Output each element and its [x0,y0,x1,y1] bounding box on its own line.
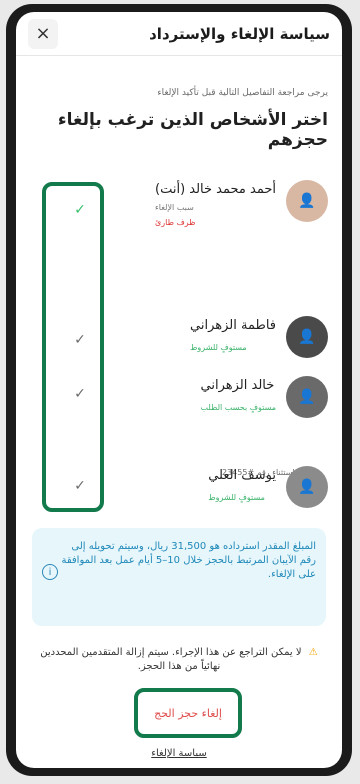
cancel-highlight: إلغاء حجز الحج [134,688,242,738]
check-icon: ✓ [74,332,86,348]
cancellation-policy-link[interactable]: سياسة الإلغاء [16,748,342,759]
cancel-hajj-booking-button[interactable]: إلغاء حجز الحج [154,707,222,720]
person-info: خالد الزهراني مستوفٍ بحسب الطلب [201,376,276,412]
device-frame: سياسة الإلغاء والإسترداد × يرجى مراجعة ا… [6,4,352,776]
info-icon: i [42,564,58,580]
app-screen: سياسة الإلغاء والإسترداد × يرجى مراجعة ا… [16,12,342,768]
person-note: ظرف طارئ [155,218,196,227]
person-info: فاطمة الزهراني مستوفٍ للشروط [190,316,276,352]
person-name: أحمد محمد خالد (أنت) [155,182,276,197]
person-subtext: مستوفٍ للشروط [208,493,265,502]
intro-heading: اختر الأشخاص الذين ترغب بإلغاء حجزهم [57,110,328,150]
close-button[interactable]: × [28,18,58,49]
person-subtext: سبب الإلغاء [155,203,194,212]
warning-icon: ⚠ [308,647,318,658]
person-name: خالد الزهراني [200,378,275,393]
avatar: 👤 [286,180,328,222]
intro-subtitle: يرجى مراجعة التفاصيل التالية قبل تأكيد ا… [157,88,328,98]
person-info: أحمد محمد خالد (أنت) سبب الإلغاء ظرف طار… [155,180,276,227]
person-checkbox[interactable]: ✓ [70,384,90,404]
person-name: فاطمة الزهراني [190,318,276,333]
person-subtext: مستوفٍ بحسب الطلب [200,403,276,412]
avatar: 👤 [286,466,328,508]
person-name: يوسف العلي [208,468,276,483]
avatar: 👤 [286,376,328,418]
check-icon: ✓ [74,478,86,494]
person-subtext: مستوفٍ للشروط [190,343,247,352]
close-icon: × [35,23,51,44]
avatar: 👤 [286,316,328,358]
person-checkbox[interactable]: ✓ [70,476,90,496]
check-icon: ✓ [74,202,86,218]
check-icon: ✓ [74,386,86,402]
person-checkbox[interactable]: ✓ [70,330,90,350]
header-bar: سياسة الإلغاء والإسترداد × [16,12,342,56]
person-checkbox[interactable]: ✓ [70,200,90,220]
refund-info-text: المبلغ المقدر استرداده هو 31,500 ريال، و… [61,541,316,580]
page-title: سياسة الإلغاء والإسترداد [149,24,330,43]
warning-message: لا يمكن التراجع عن هذا الإجراء. سيتم إزا… [40,647,302,672]
person-info: يوسف العلي مستوفٍ للشروط [208,466,276,502]
warning-text: ⚠ لا يمكن التراجع عن هذا الإجراء. سيتم إ… [30,646,328,674]
refund-info-box: i المبلغ المقدر استرداده هو 31,500 ريال،… [32,528,326,626]
